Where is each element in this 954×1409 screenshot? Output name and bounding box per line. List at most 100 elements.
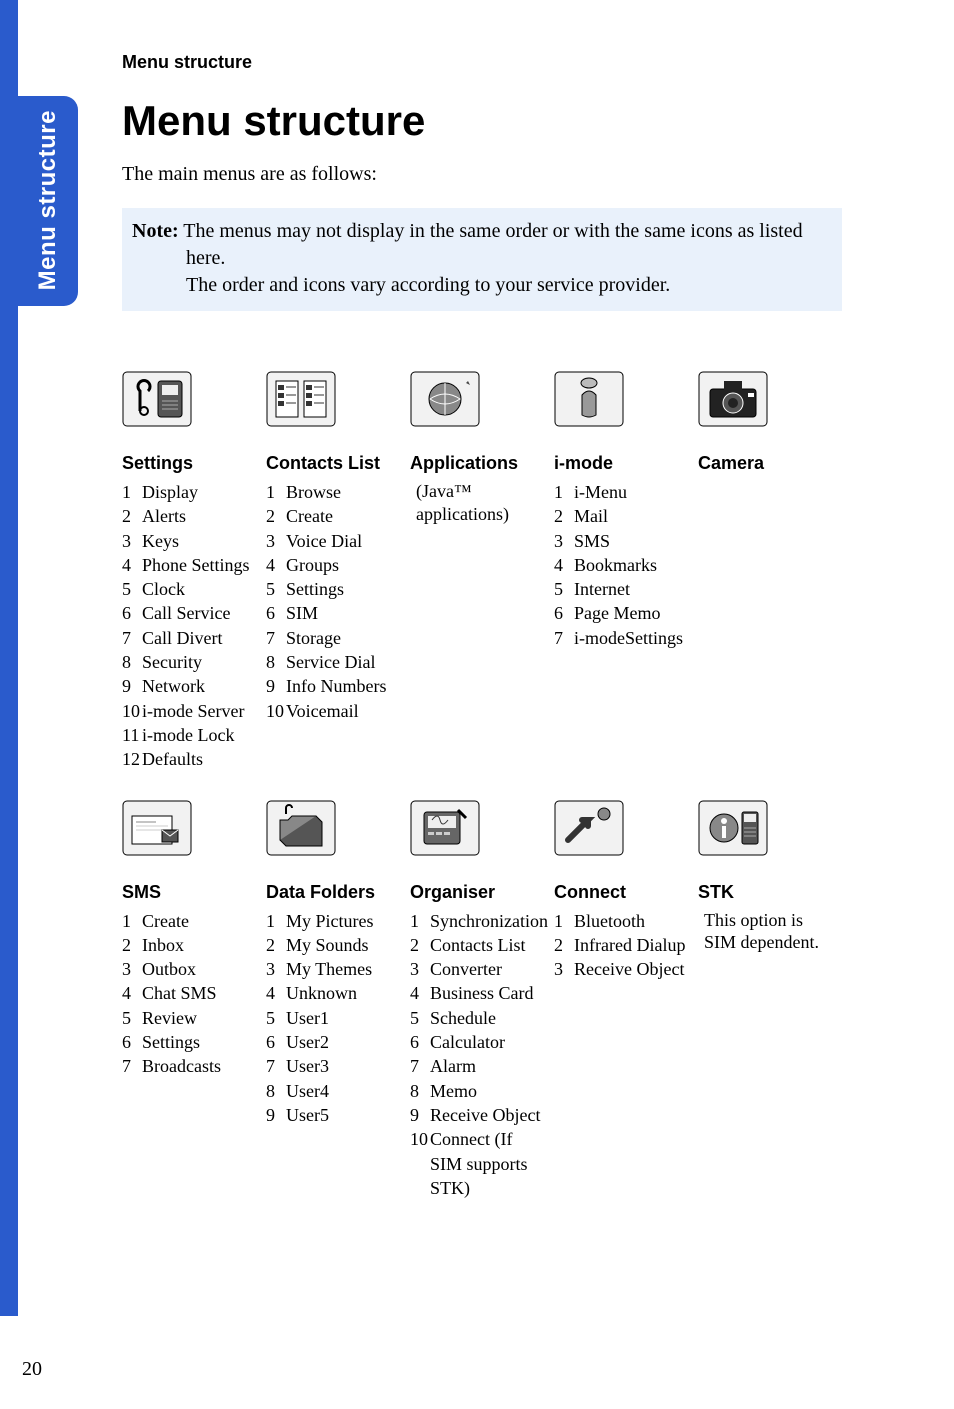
list-item-number: 1	[266, 909, 286, 933]
contacts-icon	[266, 369, 404, 429]
list-item: 7Alarm	[410, 1054, 548, 1078]
list-item: 5Internet	[554, 577, 692, 601]
list-item: 2Alerts	[122, 504, 260, 528]
list-item-number: 1	[410, 909, 430, 933]
list-item: 7Broadcasts	[122, 1054, 260, 1078]
list-item-number: 8	[266, 650, 286, 674]
list-item: 7Call Divert	[122, 626, 260, 650]
list-item-number: 3	[266, 529, 286, 553]
menu-col-contacts: Contacts List 1Browse2Create3Voice Dial4…	[266, 369, 410, 723]
list-item-text: Broadcasts	[142, 1054, 260, 1078]
list-item-number: 7	[266, 626, 286, 650]
list-item: 10Voicemail	[266, 699, 404, 723]
list-item-text: User3	[286, 1054, 404, 1078]
list-item-text: Security	[142, 650, 260, 674]
connect-icon	[554, 798, 692, 858]
list-item-number: 7	[554, 626, 574, 650]
list-item: 1My Pictures	[266, 909, 404, 933]
list-item-number: 3	[410, 957, 430, 981]
list-item-number: 1	[554, 909, 574, 933]
list-item: 9User5	[266, 1103, 404, 1127]
list-item: 4Business Card	[410, 981, 548, 1005]
list-item: 3My Themes	[266, 957, 404, 981]
menu-heading: SMS	[122, 882, 260, 903]
list-item: 3Outbox	[122, 957, 260, 981]
page-title: Menu structure	[122, 97, 842, 145]
list-item-number: 6	[266, 601, 286, 625]
menu-items: 1Display2Alerts3Keys4Phone Settings5Cloc…	[122, 480, 260, 772]
list-item-text: Display	[142, 480, 260, 504]
list-item: 2Create	[266, 504, 404, 528]
list-item-number: 4	[122, 981, 142, 1005]
list-item-number: 2	[266, 933, 286, 957]
list-item-number: 9	[410, 1103, 430, 1127]
list-item-text: Phone Settings	[142, 553, 260, 577]
list-item: 7User3	[266, 1054, 404, 1078]
list-item: 1Synchronization	[410, 909, 548, 933]
list-item-number: 6	[122, 1030, 142, 1054]
note-label: Note:	[132, 220, 179, 242]
list-item-text: User1	[286, 1006, 404, 1030]
list-item-text: User2	[286, 1030, 404, 1054]
stk-icon	[698, 798, 836, 858]
list-item-text: i-mode Server	[142, 699, 260, 723]
list-item: 2Infrared Dialup	[554, 933, 692, 957]
list-item-text: Create	[142, 909, 260, 933]
list-item-number: 2	[410, 933, 430, 957]
menu-col-stk: STK This option is SIM dependent.	[698, 798, 842, 954]
list-item-text: Browse	[286, 480, 404, 504]
list-item-number: 2	[554, 504, 574, 528]
list-item-number: 1	[554, 480, 574, 504]
list-item-number: 1	[122, 909, 142, 933]
list-item-number: 8	[410, 1079, 430, 1103]
list-item: 3Converter	[410, 957, 548, 981]
menu-heading: Contacts List	[266, 453, 404, 474]
menu-heading: Settings	[122, 453, 260, 474]
list-item-text: Call Service	[142, 601, 260, 625]
menu-note: This option is SIM dependent.	[698, 909, 836, 954]
list-item: 6Calculator	[410, 1030, 548, 1054]
menu-items: 1i-Menu2Mail3SMS4Bookmarks5Internet6Page…	[554, 480, 692, 650]
organiser-icon	[410, 798, 548, 858]
list-item: 2Contacts List	[410, 933, 548, 957]
menu-row-2: SMS 1Create2Inbox3Outbox4Chat SMS5Review…	[122, 798, 842, 1201]
list-item: 6Settings	[122, 1030, 260, 1054]
list-item-number: 6	[410, 1030, 430, 1054]
list-item-number: 9	[266, 674, 286, 698]
list-item-number: 3	[554, 957, 574, 981]
menu-col-organiser: Organiser 1Synchronization2Contacts List…	[410, 798, 554, 1201]
list-item-text: Chat SMS	[142, 981, 260, 1005]
imode-icon	[554, 369, 692, 429]
side-tab-label: Menu structure	[34, 110, 62, 290]
camera-icon	[698, 369, 836, 429]
list-item-text: Synchronization	[430, 909, 548, 933]
list-item-number: 1	[122, 480, 142, 504]
list-item-text: i-modeSettings	[574, 626, 692, 650]
menu-items: 1Synchronization2Contacts List3Converter…	[410, 909, 548, 1201]
settings-icon	[122, 369, 260, 429]
list-item-number: 5	[266, 1006, 286, 1030]
list-item-text: Schedule	[430, 1006, 548, 1030]
list-item: 9Receive Object	[410, 1103, 548, 1127]
list-item-number: 5	[122, 577, 142, 601]
list-item-number: 1	[266, 480, 286, 504]
list-item-number: 9	[266, 1103, 286, 1127]
menu-items: 1Create2Inbox3Outbox4Chat SMS5Review6Set…	[122, 909, 260, 1079]
list-item-number: 8	[122, 650, 142, 674]
list-item-number: 4	[410, 981, 430, 1005]
list-item: 3Receive Object	[554, 957, 692, 981]
list-item: 7Storage	[266, 626, 404, 650]
list-item: 2Inbox	[122, 933, 260, 957]
list-item-text: Network	[142, 674, 260, 698]
list-item: 11i-mode Lock	[122, 723, 260, 747]
applications-icon	[410, 369, 548, 429]
list-item-text: SIM	[286, 601, 404, 625]
list-item: 1Create	[122, 909, 260, 933]
list-item-number: 4	[266, 981, 286, 1005]
menu-items: 1Browse2Create3Voice Dial4Groups5Setting…	[266, 480, 404, 723]
list-item: 3Keys	[122, 529, 260, 553]
list-item: 12Defaults	[122, 747, 260, 771]
list-item-text: Business Card	[430, 981, 548, 1005]
list-item-text: Keys	[142, 529, 260, 553]
list-item: 1Browse	[266, 480, 404, 504]
